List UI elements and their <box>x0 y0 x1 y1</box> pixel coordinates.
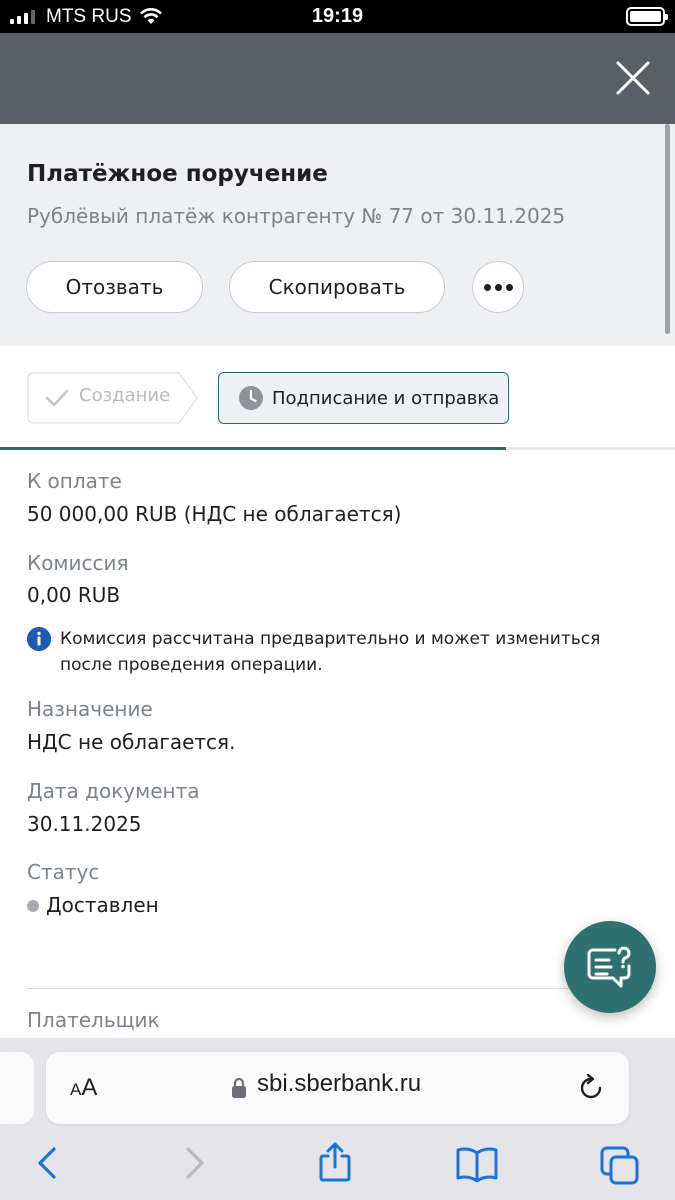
tabs-icon[interactable] <box>600 1146 640 1186</box>
commission-value: 0,00 RUB <box>27 583 121 607</box>
progress-fill <box>0 447 507 450</box>
status-label: Статус <box>27 860 100 884</box>
purpose-value: НДС не облагается. <box>27 730 236 754</box>
close-icon[interactable] <box>615 60 651 96</box>
text-size-button[interactable]: AA <box>70 1074 97 1102</box>
info-icon <box>27 627 51 651</box>
to-pay-label: К оплате <box>27 469 122 493</box>
share-icon[interactable] <box>315 1141 355 1183</box>
step-creation[interactable]: Создание <box>27 372 199 424</box>
page-title: Платёжное поручение <box>27 161 328 187</box>
document-date-label: Дата документа <box>27 779 200 803</box>
forward-icon[interactable] <box>175 1145 211 1181</box>
more-dots-icon <box>483 283 513 291</box>
commission-label: Комиссия <box>27 551 129 575</box>
support-chat-button[interactable] <box>564 921 656 1013</box>
clock: 19:19 <box>311 5 364 27</box>
battery-icon <box>626 7 668 26</box>
status-value: Доставлен <box>46 893 159 917</box>
address-bar[interactable]: AA sbi.sberbank.ru <box>46 1052 629 1124</box>
step-creation-label: Создание <box>79 385 171 406</box>
clock-icon <box>239 386 263 410</box>
step-signing-label: Подписание и отправка <box>272 387 500 409</box>
more-button[interactable] <box>472 261 524 313</box>
modal-overlay-top <box>0 33 675 124</box>
divider <box>27 988 652 989</box>
copy-button[interactable]: Скопировать <box>229 261 445 313</box>
previous-tab-preview[interactable] <box>0 1052 34 1124</box>
url-text: sbi.sberbank.ru <box>257 1070 422 1097</box>
progress-bar <box>0 447 675 450</box>
payer-label: Плательщик <box>27 1008 160 1032</box>
commission-note-text: Комиссия рассчитана предварительно и мож… <box>60 629 601 675</box>
revoke-button[interactable]: Отозвать <box>26 261 203 313</box>
chat-question-icon <box>587 946 631 988</box>
to-pay-value: 50 000,00 RUB (НДС не облагается) <box>27 502 402 526</box>
browser-toolbar: AA sbi.sberbank.ru <box>0 1038 675 1200</box>
bookmarks-icon[interactable] <box>455 1145 499 1183</box>
scrollbar[interactable] <box>665 124 670 334</box>
check-icon <box>45 389 69 407</box>
document-date-value: 30.11.2025 <box>27 812 142 836</box>
purpose-label: Назначение <box>27 697 153 721</box>
step-signing[interactable]: Подписание и отправка <box>218 372 509 424</box>
back-icon[interactable] <box>31 1145 67 1181</box>
reload-icon[interactable] <box>578 1074 606 1104</box>
document-header: Платёжное поручение Рублёвый платёж конт… <box>0 124 675 346</box>
page-subtitle: Рублёвый платёж контрагенту № 77 от 30.1… <box>27 204 566 228</box>
status-bar: MTS RUS 19:19 <box>0 0 675 33</box>
status-dot-icon <box>27 900 39 912</box>
lock-icon <box>232 1077 246 1098</box>
